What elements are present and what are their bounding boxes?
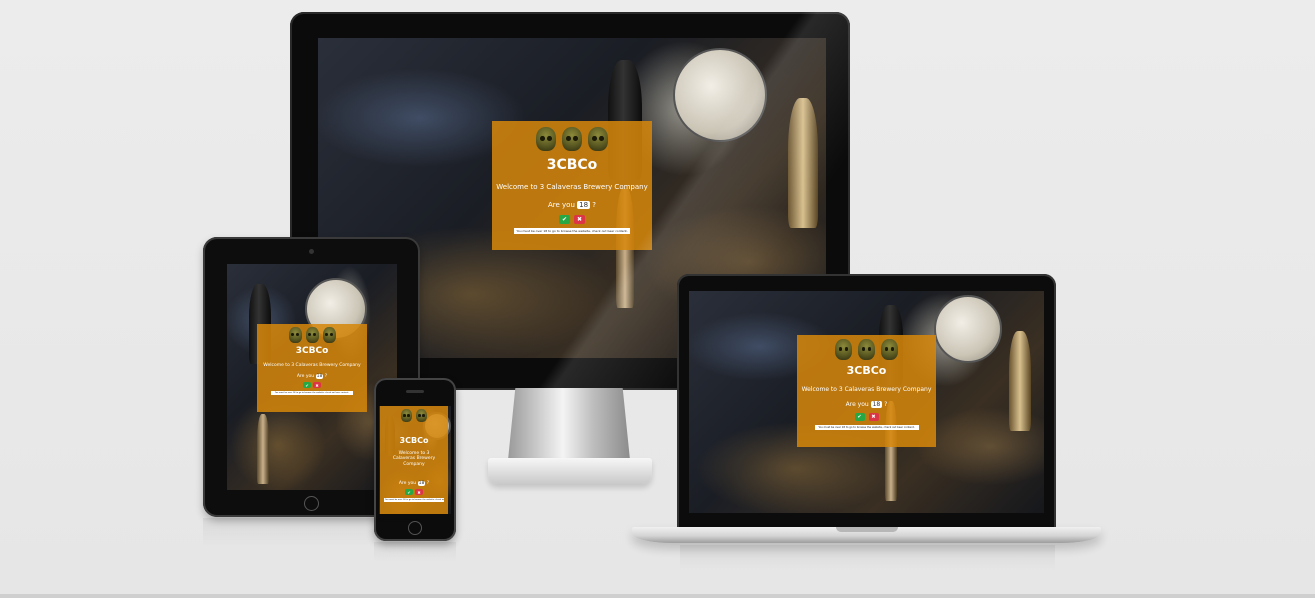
age-question: Are you 18 ? (845, 401, 888, 408)
check-icon: ✔ (857, 414, 862, 420)
laptop-screen: 3CBCo Welcome to 3 Calaveras Brewery Com… (689, 291, 1044, 513)
beer-tap-spout (257, 414, 269, 484)
yes-button[interactable]: ✔ (854, 413, 865, 421)
brand-title: 3CBCo (546, 157, 598, 173)
monitor-stand-neck (508, 388, 630, 460)
phone-home-button (408, 521, 422, 535)
age-buttons: ✔ ✖ (557, 215, 587, 224)
yes-button[interactable]: ✔ (559, 215, 570, 224)
skull-icon (835, 339, 852, 360)
yes-button[interactable]: ✔ (303, 382, 311, 388)
tablet-screen: 3CBCo Welcome to 3 Calaveras Brewery Com… (227, 264, 397, 490)
brand-title: 3CBCo (295, 346, 329, 356)
age-buttons: ✔ ✖ (404, 489, 424, 496)
phone-speaker (406, 390, 424, 393)
skull-icon (858, 339, 875, 360)
age-input[interactable]: 18 (417, 481, 426, 487)
brand-title: 3CBCo (399, 436, 429, 445)
monitor-stand-foot (488, 458, 652, 484)
age-suffix: ? (884, 401, 888, 408)
skull-logo (832, 339, 901, 360)
laptop-notch (836, 527, 898, 532)
tap-medallion (934, 295, 1002, 363)
no-button[interactable]: ✖ (868, 413, 879, 421)
age-input[interactable]: 18 (870, 401, 883, 408)
skull-icon (416, 409, 427, 422)
yes-button[interactable]: ✔ (405, 489, 413, 496)
skull-logo (399, 409, 429, 422)
page-bottom-bar (0, 594, 1315, 598)
welcome-text: Welcome to 3 Calaveras Brewery Company (263, 363, 361, 368)
age-prefix: Are you (547, 201, 575, 209)
age-notice: You must be over 18 to go to browse the … (271, 391, 353, 395)
age-suffix: ? (592, 201, 596, 209)
age-gate-card: 3CBCo Welcome to 3 Calaveras Brewery Com… (380, 406, 448, 514)
skull-logo (533, 127, 611, 151)
skull-icon (305, 327, 319, 343)
close-icon: ✖ (871, 414, 876, 420)
age-input[interactable]: 18 (577, 201, 591, 209)
skull-icon (401, 409, 412, 422)
age-gate-card: 3CBCo Welcome to 3 Calaveras Brewery Com… (257, 324, 367, 412)
no-button[interactable]: ✖ (415, 489, 423, 496)
tablet-home-button (304, 496, 319, 511)
age-prefix: Are you (398, 481, 417, 487)
age-question: Are you 18 ? (398, 481, 430, 487)
laptop-reflection (680, 545, 1055, 571)
no-button[interactable]: ✖ (574, 215, 585, 224)
tap-medallion (673, 48, 767, 142)
check-icon: ✔ (561, 216, 568, 223)
age-suffix: ? (426, 481, 430, 487)
skull-icon (322, 327, 336, 343)
age-notice: You must be over 18 to go to browse the … (514, 228, 630, 234)
check-icon: ✔ (305, 382, 309, 388)
close-icon: ✖ (315, 382, 319, 388)
age-notice: You must be over 18 to go to browse the … (384, 498, 444, 503)
age-question: Are you 18 ? (297, 374, 327, 379)
phone-device: 3CBCo Welcome to 3 Calaveras Brewery Com… (374, 378, 456, 541)
age-gate-card: 3CBCo Welcome to 3 Calaveras Brewery Com… (797, 335, 936, 447)
skull-icon (288, 327, 302, 343)
age-prefix: Are you (845, 401, 869, 408)
no-button[interactable]: ✖ (313, 382, 321, 388)
skull-icon (562, 127, 582, 151)
age-notice: You must be over 18 to go to browse the … (814, 425, 919, 430)
check-icon: ✔ (407, 489, 411, 495)
skull-icon (881, 339, 898, 360)
close-icon: ✖ (576, 216, 583, 223)
tablet-camera (309, 249, 314, 254)
welcome-text: Welcome to 3 Calaveras Brewery Company (801, 386, 932, 393)
age-prefix: Are you (296, 374, 315, 379)
close-icon: ✖ (417, 489, 421, 495)
laptop-device: 3CBCo Welcome to 3 Calaveras Brewery Com… (677, 274, 1056, 529)
phone-screen: 3CBCo Welcome to 3 Calaveras Brewery Com… (379, 406, 451, 514)
phone-reflection (374, 542, 456, 562)
age-input[interactable]: 18 (315, 374, 324, 379)
age-gate-card: 3CBCo Welcome to 3 Calaveras Brewery Com… (492, 121, 652, 250)
age-suffix: ? (324, 374, 328, 379)
age-buttons: ✔ ✖ (302, 382, 322, 388)
welcome-text: Welcome to 3 Calaveras Brewery Company (496, 183, 648, 191)
age-buttons: ✔ ✖ (853, 413, 881, 421)
skull-logo (287, 327, 338, 343)
beer-tap-handle-right (1009, 331, 1031, 431)
welcome-text: Welcome to 3 Calaveras Brewery Company (392, 451, 436, 467)
beer-tap-handle-right (788, 98, 818, 228)
skull-icon (536, 127, 556, 151)
brand-title: 3CBCo (846, 364, 887, 377)
age-question: Are you 18 ? (548, 201, 596, 209)
skull-icon (588, 127, 608, 151)
